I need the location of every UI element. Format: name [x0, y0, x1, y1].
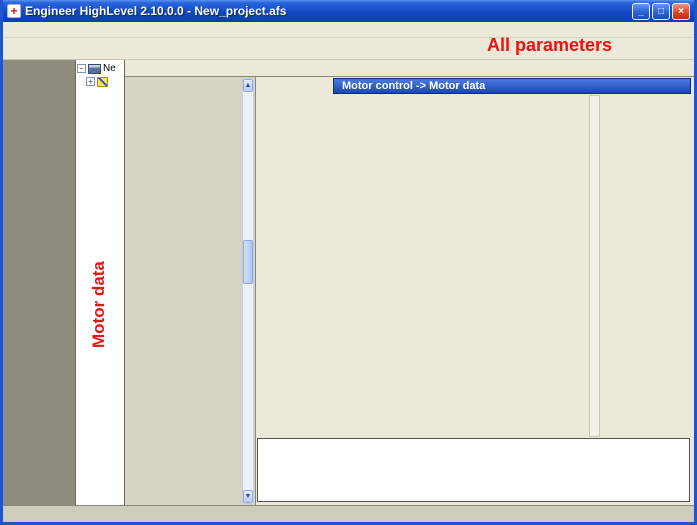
- scroll-thumb[interactable]: [243, 240, 253, 284]
- expand-icon[interactable]: +: [86, 77, 95, 86]
- collapse-icon[interactable]: −: [77, 64, 86, 73]
- status-bar: [3, 505, 694, 522]
- minimize-button[interactable]: _: [632, 3, 650, 20]
- annotation-motor-data: Motor data: [89, 228, 111, 348]
- app-icon: +: [7, 4, 21, 18]
- right-pane: ▲ ▼ Motor control -> Motor data: [125, 60, 694, 505]
- project-node-icon: [88, 64, 101, 74]
- parameter-table-wrap: [256, 94, 694, 436]
- window-title: Engineer HighLevel 2.10.0.0 - New_projec…: [25, 4, 630, 18]
- tree-root-row[interactable]: − Ne: [77, 62, 123, 75]
- navigation-panel: ▲ ▼: [125, 77, 255, 505]
- parameter-group-header: Motor control -> Motor data: [333, 78, 691, 94]
- application-window: + Engineer HighLevel 2.10.0.0 - New_proj…: [0, 0, 697, 525]
- close-button[interactable]: ×: [672, 3, 690, 20]
- tree-root-label: Ne: [103, 63, 116, 74]
- maximize-button[interactable]: □: [652, 3, 670, 20]
- nav-scrollbar[interactable]: ▲ ▼: [242, 78, 254, 504]
- table-scrollbar[interactable]: [589, 95, 600, 437]
- title-bar[interactable]: + Engineer HighLevel 2.10.0.0 - New_proj…: [3, 0, 694, 22]
- parameter-details-panel: [257, 438, 690, 502]
- content-row: ▲ ▼ Motor control -> Motor data: [125, 76, 694, 505]
- scroll-down-icon[interactable]: ▼: [243, 490, 253, 503]
- device-node-icon: [97, 77, 108, 87]
- parameter-area: Motor control -> Motor data: [255, 77, 694, 505]
- parameter-toolbar: Motor control -> Motor data: [256, 77, 694, 94]
- tab-strip: [125, 60, 694, 76]
- scroll-up-icon[interactable]: ▲: [243, 79, 253, 92]
- workspace-sidebar: [3, 60, 75, 505]
- tree-child-row[interactable]: +: [77, 75, 123, 88]
- annotation-all-parameters: All parameters: [487, 35, 612, 56]
